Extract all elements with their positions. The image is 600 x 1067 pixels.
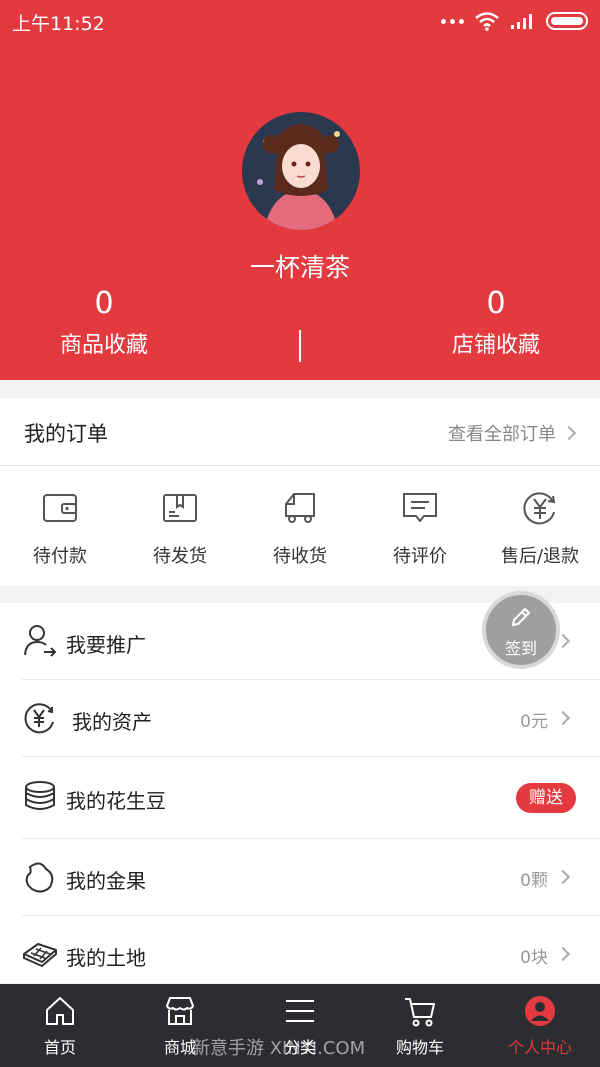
- tab-cart[interactable]: 购物车: [360, 984, 480, 1067]
- menu-golden-fruit-label: 我的金果: [66, 869, 146, 893]
- menu-peanut-beans[interactable]: 我的花生豆 0颗: [22, 757, 600, 839]
- pencil-icon: [512, 608, 530, 626]
- status-icons: [441, 11, 588, 31]
- menu-land-label: 我的土地: [66, 946, 146, 970]
- order-pending-receipt[interactable]: 待收货: [240, 466, 360, 584]
- user-share-icon: [24, 625, 57, 657]
- sign-in-label: 签到: [504, 639, 537, 658]
- stats-divider: [299, 330, 301, 362]
- view-all-orders-label: 查看全部订单: [448, 424, 556, 445]
- signal-icon: [511, 14, 532, 29]
- battery-icon: [546, 12, 588, 30]
- tab-profile[interactable]: 个人中心: [480, 984, 600, 1067]
- my-orders-card: 我的订单 查看全部订单 待付款 待发货 待收货 待评价 售后/退款: [0, 398, 600, 586]
- store-favorites-count: 0: [486, 286, 506, 321]
- view-all-orders-link[interactable]: 查看全部订单: [448, 420, 577, 446]
- order-pending-review[interactable]: 待评价: [360, 466, 480, 584]
- product-favorites[interactable]: 0 商品收藏: [4, 285, 204, 359]
- tab-profile-label: 个人中心: [507, 1038, 572, 1057]
- status-bar: 上午11:52: [0, 0, 600, 40]
- chevron-right-icon: [555, 710, 571, 726]
- truck-icon: [285, 493, 315, 523]
- tab-cart-label: 购物车: [395, 1038, 444, 1057]
- refund-icon: [523, 492, 556, 525]
- order-after-sales-label: 售后/退款: [500, 546, 580, 567]
- wallet-icon: [43, 494, 77, 522]
- cart-icon: [405, 998, 435, 1027]
- shop-icon: [166, 997, 194, 1025]
- store-favorites[interactable]: 0 店铺收藏: [396, 285, 596, 359]
- user-icon: [525, 996, 555, 1026]
- menu-icon: [286, 1000, 314, 1022]
- order-status-row: 待付款 待发货 待收货 待评价 售后/退款: [0, 466, 600, 584]
- land-icon: [23, 943, 57, 968]
- profile-header: 上午11:52 一杯清茶 0 商品收藏 0 店铺收藏: [0, 0, 600, 380]
- username: 一杯清茶: [249, 253, 350, 282]
- package-icon: [163, 494, 197, 522]
- order-pending-shipment-label: 待发货: [153, 546, 207, 567]
- menu-assets[interactable]: 我的资产 0元: [22, 680, 600, 757]
- chevron-right-icon: [561, 425, 577, 441]
- avatar[interactable]: [242, 112, 360, 230]
- gift-badge[interactable]: 赠送: [516, 783, 576, 813]
- status-time: 上午11:52: [12, 13, 105, 35]
- menu-assets-value: 0元: [520, 712, 548, 732]
- store-favorites-label: 店铺收藏: [451, 333, 540, 358]
- wifi-icon: [475, 12, 499, 31]
- my-orders-title: 我的订单: [24, 422, 108, 446]
- menu-golden-fruit-value: 0颗: [520, 871, 548, 891]
- menu-promote-label: 我要推广: [66, 633, 146, 657]
- coins-icon: [25, 781, 55, 810]
- menu-land[interactable]: 我的土地 0块: [22, 916, 600, 993]
- product-favorites-label: 商品收藏: [59, 333, 148, 358]
- tab-home[interactable]: 首页: [0, 984, 120, 1067]
- tab-home-label: 首页: [43, 1038, 76, 1057]
- chevron-right-icon: [555, 869, 571, 885]
- chevron-right-icon: [555, 946, 571, 962]
- menu-land-value: 0块: [520, 948, 548, 968]
- product-favorites-count: 0: [94, 286, 114, 321]
- comment-icon: [403, 493, 437, 522]
- menu-assets-label: 我的资产: [72, 710, 152, 734]
- order-pending-payment[interactable]: 待付款: [0, 466, 120, 584]
- home-icon: [46, 997, 74, 1025]
- order-pending-shipment[interactable]: 待发货: [120, 466, 240, 584]
- order-after-sales[interactable]: 售后/退款: [480, 466, 600, 584]
- order-pending-review-label: 待评价: [393, 546, 447, 567]
- menu-peanut-beans-label: 我的花生豆: [66, 789, 166, 813]
- sign-in-button[interactable]: 签到: [482, 591, 560, 669]
- more-dots-icon: [441, 18, 464, 24]
- fruit-icon: [25, 862, 54, 893]
- watermark: 新意手游 XINYI.COM: [192, 1038, 366, 1059]
- my-orders-header: 我的订单 查看全部订单: [0, 398, 600, 466]
- order-pending-receipt-label: 待收货: [273, 546, 327, 567]
- menu-golden-fruit[interactable]: 我的金果 0颗: [22, 839, 600, 916]
- order-pending-payment-label: 待付款: [33, 546, 87, 567]
- yuan-icon: [24, 703, 54, 734]
